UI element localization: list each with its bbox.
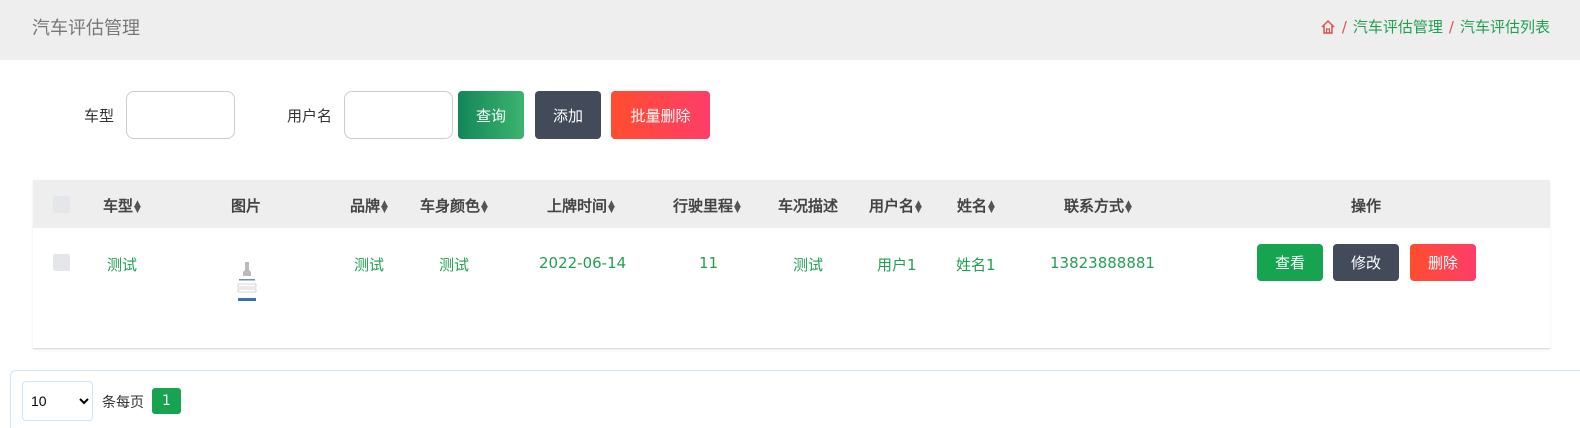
column-label: 行驶里程: [673, 197, 734, 215]
page-size-select[interactable]: 10: [22, 381, 93, 421]
top-bar: 汽车评估管理 / 汽车评估管理 / 汽车评估列表: [0, 0, 1580, 60]
cell-phone: 13823888881: [1050, 254, 1155, 272]
column-header-name[interactable]: 姓名 ▲ ▼: [957, 195, 995, 216]
column-header-car-model[interactable]: 车型 ▲ ▼: [103, 195, 141, 216]
cell-name: 姓名1: [956, 256, 996, 274]
cell-plate-date: 2022-06-14: [539, 254, 627, 272]
column-label: 用户名: [869, 197, 915, 215]
column-header-username[interactable]: 用户名 ▲ ▼: [869, 195, 922, 216]
column-header-phone[interactable]: 联系方式 ▲ ▼: [1064, 195, 1132, 216]
username-label: 用户名: [287, 107, 333, 125]
sort-icon[interactable]: ▲ ▼: [915, 199, 922, 214]
column-label: 联系方式: [1064, 197, 1125, 215]
cell-username: 用户1: [877, 256, 917, 274]
car-model-input[interactable]: [126, 91, 235, 139]
add-button[interactable]: 添加: [535, 91, 601, 139]
username-input[interactable]: [344, 91, 453, 139]
select-all-checkbox[interactable]: [53, 196, 70, 213]
column-header-plate-date[interactable]: 上牌时间 ▲ ▼: [547, 195, 615, 216]
cell-mileage: 11: [699, 254, 719, 272]
column-label: 上牌时间: [547, 197, 608, 215]
query-button[interactable]: 查询: [458, 91, 524, 139]
home-icon[interactable]: [1320, 19, 1336, 35]
breadcrumb-item-management[interactable]: 汽车评估管理: [1353, 16, 1443, 37]
pagination: 10 条每页 1: [10, 370, 1580, 428]
breadcrumb-item-list[interactable]: 汽车评估列表: [1460, 16, 1550, 37]
data-table: 车型 ▲ ▼ 图片 品牌 ▲ ▼ 车身颜色 ▲ ▼ 上牌时间 ▲ ▼ 行驶里程 ▲ ▼ 车况描述 用…: [33, 180, 1550, 349]
search-form: 车型 用户名 查询 添加 批量删除: [0, 91, 800, 139]
sort-icon[interactable]: ▲ ▼: [734, 199, 741, 214]
table-header: 车型 ▲ ▼ 图片 品牌 ▲ ▼ 车身颜色 ▲ ▼ 上牌时间 ▲ ▼ 行驶里程 ▲ ▼ 车况描述 用…: [33, 180, 1550, 228]
column-header-image: 图片: [231, 197, 262, 215]
cell-car-model: 测试: [107, 256, 138, 274]
sort-icon[interactable]: ▲ ▼: [1125, 199, 1132, 214]
row-checkbox[interactable]: [53, 254, 70, 271]
column-header-brand[interactable]: 品牌 ▲ ▼: [350, 195, 388, 216]
sort-icon[interactable]: ▲ ▼: [481, 199, 488, 214]
column-label: 品牌: [350, 197, 381, 215]
breadcrumb-separator: /: [1448, 17, 1454, 36]
per-page-label: 条每页: [102, 395, 144, 411]
page-number-current[interactable]: 1: [152, 388, 181, 414]
column-header-actions: 操作: [1351, 197, 1382, 215]
sort-icon[interactable]: ▲ ▼: [134, 199, 141, 214]
column-label: 车身颜色: [420, 197, 481, 215]
column-header-mileage[interactable]: 行驶里程 ▲ ▼: [673, 195, 741, 216]
cell-brand: 测试: [354, 256, 385, 274]
sort-icon[interactable]: ▲ ▼: [608, 199, 615, 214]
view-button[interactable]: 查看: [1257, 244, 1323, 281]
breadcrumb: / 汽车评估管理 / 汽车评估列表: [1320, 16, 1550, 37]
column-label: 姓名: [957, 197, 988, 215]
batch-delete-button[interactable]: 批量删除: [611, 91, 710, 139]
edit-button[interactable]: 修改: [1333, 244, 1399, 281]
cell-condition: 测试: [793, 256, 824, 274]
page-title: 汽车评估管理: [32, 18, 140, 39]
sort-icon[interactable]: ▲ ▼: [381, 199, 388, 214]
breadcrumb-separator: /: [1341, 17, 1347, 36]
cell-color: 测试: [439, 256, 470, 274]
column-label: 车型: [103, 197, 134, 215]
column-header-condition: 车况描述: [778, 197, 839, 215]
sort-icon[interactable]: ▲ ▼: [988, 199, 995, 214]
car-model-label: 车型: [84, 107, 115, 125]
car-thumbnail-image[interactable]: [234, 258, 260, 306]
delete-button[interactable]: 删除: [1410, 244, 1476, 281]
column-header-color[interactable]: 车身颜色 ▲ ▼: [420, 195, 488, 216]
table-row: 测试 测试 测试 2022-06-14 11 测试 用户1 姓名1 138238…: [33, 228, 1550, 348]
